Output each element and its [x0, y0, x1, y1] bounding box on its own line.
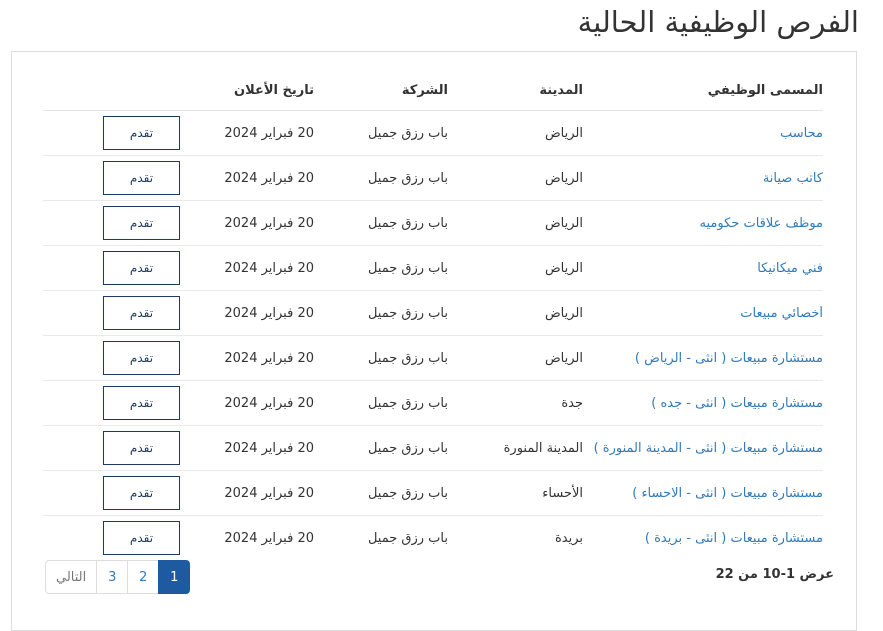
apply-button[interactable]: تقدم	[103, 206, 180, 240]
table-row: محاسب الرياض باب رزق جميل 20 فبراير 2024 تقد…	[43, 111, 823, 156]
job-city: المدينة المنورة	[448, 425, 583, 471]
job-action-cell: تقدم	[43, 380, 180, 426]
job-title-link[interactable]: أخصائي مبيعات	[583, 306, 823, 321]
job-title-link[interactable]: مستشارة مبيعات ( انثى - الاحساء )	[583, 486, 823, 501]
job-date: 20 فبراير 2024	[180, 380, 314, 426]
table-row: موظف علاقات حكوميه الرياض باب رزق جميل 20 ف…	[43, 200, 823, 246]
job-title-cell: كاتب صيانة	[583, 155, 823, 201]
apply-button[interactable]: تقدم	[103, 116, 180, 150]
apply-button[interactable]: تقدم	[103, 476, 180, 510]
job-title-cell: موظف علاقات حكوميه	[583, 200, 823, 246]
table-header-row: المسمى الوظيفي المدينة الشركة تاريخ الأع…	[43, 70, 823, 111]
table-row: فني ميكانيكا الرياض باب رزق جميل 20 فبراير …	[43, 245, 823, 291]
jobs-table: المسمى الوظيفي المدينة الشركة تاريخ الأع…	[43, 70, 823, 560]
header-city: المدينة	[448, 70, 583, 111]
job-company: باب رزق جميل	[314, 245, 448, 291]
job-date: 20 فبراير 2024	[180, 425, 314, 471]
job-title-link[interactable]: فني ميكانيكا	[583, 261, 823, 276]
job-date: 20 فبراير 2024	[180, 470, 314, 516]
apply-button[interactable]: تقدم	[103, 431, 180, 465]
job-title-link[interactable]: مستشارة مبيعات ( انثى - بريدة )	[583, 531, 823, 546]
job-title-cell: فني ميكانيكا	[583, 245, 823, 291]
job-action-cell: تقدم	[43, 470, 180, 516]
table-row: كاتب صيانة الرياض باب رزق جميل 20 فبراير 20…	[43, 155, 823, 201]
job-action-cell: تقدم	[43, 155, 180, 201]
apply-button[interactable]: تقدم	[103, 341, 180, 375]
job-action-cell: تقدم	[43, 425, 180, 471]
job-date: 20 فبراير 2024	[224, 125, 314, 141]
job-action-cell: تقدم	[43, 515, 180, 560]
job-date: 20 فبراير 2024	[180, 290, 314, 336]
job-date: 20 فبراير 2024	[180, 155, 314, 201]
apply-button[interactable]: تقدم	[103, 386, 180, 420]
job-title-link[interactable]: كاتب صيانة	[583, 171, 823, 186]
job-date: 20 فبراير 2024	[180, 245, 314, 291]
job-company: باب رزق جميل	[314, 290, 448, 336]
job-company: باب رزق جميل	[314, 200, 448, 246]
table-row: أخصائي مبيعات الرياض باب رزق جميل 20 فبراير…	[43, 290, 823, 336]
table-row: مستشارة مبيعات ( انثى - بريدة ) بريدة باب …	[43, 515, 823, 560]
job-date: 20 فبراير 2024	[180, 515, 314, 560]
pagination: 1 2 3 التالي	[45, 560, 191, 594]
apply-button[interactable]: تقدم	[103, 251, 180, 285]
job-city: الرياض	[448, 290, 583, 336]
apply-button[interactable]: تقدم	[103, 521, 180, 555]
job-city: جدة	[448, 380, 583, 426]
jobs-table-body: محاسب الرياض باب رزق جميل 20 فبراير 2024 تقد…	[43, 111, 823, 560]
job-title-cell: مستشارة مبيعات ( انثى - الاحساء )	[583, 470, 823, 516]
job-city: الرياض	[448, 200, 583, 246]
job-title-cell: مستشارة مبيعات ( انثى - جده )	[583, 380, 823, 426]
results-summary: عرض 1-10 من 22	[715, 567, 834, 582]
table-row: مستشارة مبيعات ( انثى - جده ) جدة باب رزق …	[43, 380, 823, 426]
table-row: مستشارة مبيعات ( انثى - الرياض ) الرياض با…	[43, 335, 823, 381]
job-company: باب رزق جميل	[314, 470, 448, 516]
job-company: باب رزق جميل	[314, 425, 448, 471]
job-date: 20 فبراير 2024	[180, 335, 314, 381]
job-title-link[interactable]: موظف علاقات حكوميه	[583, 216, 823, 231]
job-action-cell: تقدم	[43, 335, 180, 381]
job-city: الرياض	[448, 335, 583, 381]
header-title: المسمى الوظيفي	[583, 70, 823, 111]
header-date: تاريخ الأعلان	[180, 70, 314, 111]
job-title-cell: أخصائي مبيعات	[583, 290, 823, 336]
apply-button[interactable]: تقدم	[103, 161, 180, 195]
page-title: الفرص الوظيفية الحالية	[577, 5, 859, 39]
job-city: الرياض	[448, 155, 583, 201]
table-row: مستشارة مبيعات ( انثى - المدينة المنورة …	[43, 425, 823, 471]
job-date: 20 فبراير 2024	[180, 200, 314, 246]
page-link-3[interactable]: 3	[96, 560, 129, 594]
table-row: مستشارة مبيعات ( انثى - الاحساء ) الأحساء…	[43, 470, 823, 516]
job-city: الأحساء	[448, 470, 583, 516]
job-title-cell: مستشارة مبيعات ( انثى - المدينة المنورة …	[583, 425, 823, 471]
job-city: بريدة	[448, 515, 583, 560]
job-title-link[interactable]: مستشارة مبيعات ( انثى - جده )	[583, 396, 823, 411]
job-company: باب رزق جميل	[367, 125, 448, 141]
job-city: الرياض	[544, 125, 583, 141]
job-title-cell: مستشارة مبيعات ( انثى - بريدة )	[583, 515, 823, 560]
job-action-cell: تقدم	[43, 290, 180, 336]
next-page-link[interactable]: التالي	[45, 560, 98, 594]
job-action-cell: تقدم	[43, 245, 180, 291]
jobs-panel: المسمى الوظيفي المدينة الشركة تاريخ الأع…	[11, 51, 857, 631]
page-link-2[interactable]: 2	[127, 560, 160, 594]
job-company: باب رزق جميل	[314, 335, 448, 381]
job-title-cell: محاسب	[583, 111, 823, 156]
job-city: الرياض	[448, 245, 583, 291]
job-title-link[interactable]: محاسب	[583, 126, 823, 141]
job-company: باب رزق جميل	[314, 515, 448, 560]
job-action-cell: تقدم	[43, 200, 180, 246]
header-company: الشركة	[314, 70, 448, 111]
job-title-link[interactable]: مستشارة مبيعات ( انثى - المدينة المنورة …	[583, 441, 823, 456]
job-action-cell: تقدم	[43, 111, 180, 156]
job-company: باب رزق جميل	[314, 380, 448, 426]
job-company: باب رزق جميل	[314, 155, 448, 201]
apply-button[interactable]: تقدم	[103, 296, 180, 330]
page-link-1[interactable]: 1	[158, 560, 191, 594]
job-title-link[interactable]: مستشارة مبيعات ( انثى - الرياض )	[583, 351, 823, 366]
job-title-cell: مستشارة مبيعات ( انثى - الرياض )	[583, 335, 823, 381]
header-action	[43, 70, 180, 111]
